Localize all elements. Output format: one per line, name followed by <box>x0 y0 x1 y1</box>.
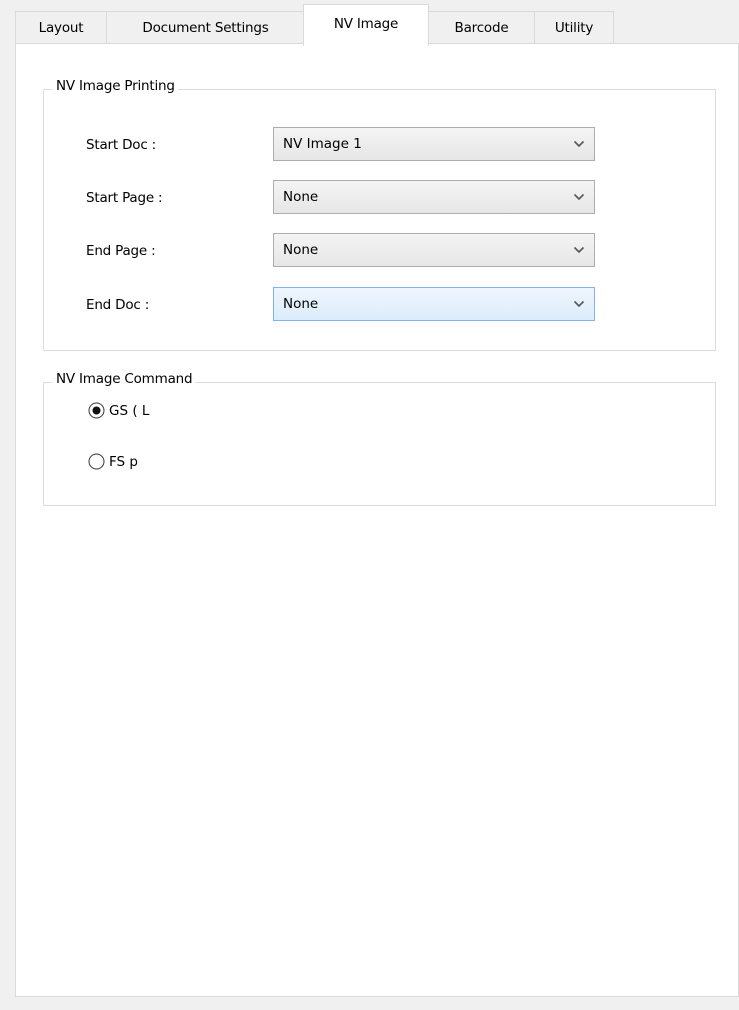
end-doc-label: End Doc : <box>86 297 150 313</box>
start-page-label: Start Page : <box>86 190 163 206</box>
gs-l-radio-option[interactable]: GS ( L <box>88 402 149 419</box>
chevron-down-icon <box>564 128 594 160</box>
tab-document-settings[interactable]: Document Settings <box>106 11 305 44</box>
tab-nv-image-label: NV Image <box>333 16 399 32</box>
tab-strip: Layout Document Settings NV Image Barcod… <box>0 0 739 46</box>
tab-utility[interactable]: Utility <box>534 11 614 44</box>
chevron-down-icon <box>564 181 594 213</box>
nv-image-command-title: NV Image Command <box>52 371 196 387</box>
tab-nv-image[interactable]: NV Image <box>303 4 429 46</box>
fs-p-radio-option[interactable]: FS p <box>88 453 138 470</box>
radio-unchecked-icon[interactable] <box>88 453 105 470</box>
start-page-value: None <box>283 189 319 205</box>
end-page-label: End Page : <box>86 243 156 259</box>
start-doc-label: Start Doc : <box>86 137 156 153</box>
end-doc-dropdown[interactable]: None <box>273 287 595 321</box>
tab-layout[interactable]: Layout <box>15 11 107 44</box>
end-page-value: None <box>283 242 319 258</box>
start-page-dropdown[interactable]: None <box>273 180 595 214</box>
start-doc-value: NV Image 1 <box>283 136 362 152</box>
nv-image-command-group: NV Image Command GS ( L FS p <box>43 371 716 506</box>
settings-window: Layout Document Settings NV Image Barcod… <box>0 0 739 1010</box>
nv-image-page: NV Image Printing Start Doc : NV Image 1… <box>15 43 739 997</box>
nv-image-printing-title: NV Image Printing <box>52 78 178 94</box>
nv-image-printing-group: NV Image Printing Start Doc : NV Image 1… <box>43 78 716 351</box>
start-doc-dropdown[interactable]: NV Image 1 <box>273 127 595 161</box>
tab-document-settings-label: Document Settings <box>142 20 269 36</box>
gs-l-label: GS ( L <box>109 402 150 419</box>
end-page-dropdown[interactable]: None <box>273 233 595 267</box>
end-doc-value: None <box>283 296 319 312</box>
radio-checked-icon[interactable] <box>88 402 105 419</box>
chevron-down-icon <box>564 288 594 320</box>
chevron-down-icon <box>564 234 594 266</box>
tab-utility-label: Utility <box>554 20 594 36</box>
tab-layout-label: Layout <box>38 20 84 36</box>
fs-p-label: FS p <box>109 453 138 470</box>
tab-barcode-label: Barcode <box>454 20 509 36</box>
tab-barcode[interactable]: Barcode <box>428 11 535 44</box>
